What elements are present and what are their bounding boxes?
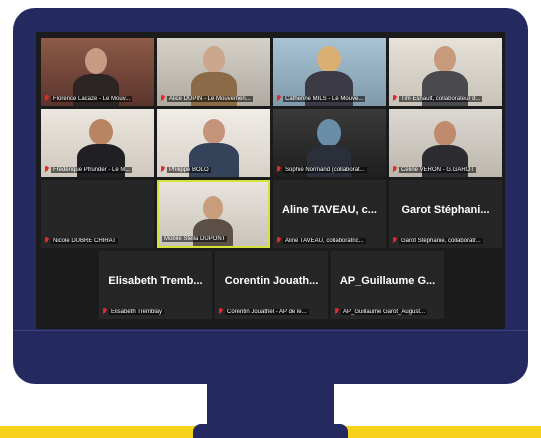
participant-display-name: AP_Guillaume G... (339, 275, 436, 287)
participant-label: Florence Lacaze - Le Mouv... (44, 94, 151, 103)
participant-label: Aline TAVEAU, collaboratric... (276, 236, 383, 245)
participant-face (434, 121, 456, 146)
muted-mic-icon (160, 95, 165, 102)
participant-face (203, 196, 223, 220)
muted-mic-icon (44, 95, 49, 102)
participant-face (85, 48, 107, 74)
muted-mic-icon (102, 308, 107, 315)
participant-label: Catherine MILS - Le Mouve... (276, 94, 383, 103)
participant-name: Mobile Stella DUPONT (162, 235, 228, 242)
participant-display-name: Corentin Jouath... (224, 275, 319, 287)
participant-face (203, 119, 225, 144)
participant-name: Florence Lacaze - Le Mouv... (51, 95, 133, 102)
muted-mic-icon (392, 237, 397, 244)
muted-mic-icon (276, 95, 281, 102)
active-speaker-tile[interactable]: Mobile Stella DUPONT (157, 180, 270, 248)
participant-label: Garot Stéphanie, collaboratr... (392, 236, 499, 245)
participant-face (89, 119, 113, 145)
participant-name: Elisabeth Tremblay (109, 308, 165, 315)
monitor-chin-divider (13, 330, 528, 331)
participant-tile[interactable]: Nicole DUBRÉ CHIRAT (41, 180, 154, 248)
participant-name: Corentin Jouathel - AP de le... (225, 308, 309, 315)
participant-label: Celine VERON - G.GAROT (392, 165, 499, 174)
participant-display-name: Aline TAVEAU, c... (282, 204, 377, 216)
participant-name: Frédérique Pfrunder - Le M... (51, 166, 133, 173)
muted-mic-icon (276, 166, 281, 173)
muted-mic-icon (276, 237, 281, 244)
participant-label: Sophie Normand (collaborat... (276, 165, 383, 174)
participant-name: Aline TAVEAU, collaboratric... (283, 237, 366, 244)
participant-face (317, 119, 341, 147)
participant-label: Frédérique Pfrunder - Le M... (44, 165, 151, 174)
participant-name: Catherine MILS - Le Mouve... (283, 95, 366, 102)
participant-tile[interactable]: Florence Lacaze - Le Mouv... (41, 38, 154, 106)
video-call-screen: Florence Lacaze - Le Mouv... Alice DUPIN… (36, 32, 505, 329)
participant-tile[interactable]: Garot Stéphani... Garot Stéphanie, colla… (389, 180, 502, 248)
participant-face (203, 46, 225, 73)
participant-tile[interactable]: AP_Guillaume G... AP_Guillaume Garot_Aug… (331, 251, 444, 319)
muted-mic-icon (218, 308, 223, 315)
participant-label: Elisabeth Tremblay (102, 307, 209, 316)
participant-label: Corentin Jouathel - AP de le... (218, 307, 325, 316)
muted-mic-icon (44, 237, 49, 244)
participant-name: AP_Guillaume Garot_August... (341, 308, 428, 315)
muted-mic-icon (44, 166, 49, 173)
participant-tile[interactable]: Celine VERON - G.GAROT (389, 109, 502, 177)
muted-mic-icon (392, 95, 397, 102)
participant-name: Garot Stéphanie, collaboratr... (399, 237, 483, 244)
participant-face (434, 46, 456, 72)
participant-name: Sophie Normand (collaborat... (283, 166, 367, 173)
participant-face (317, 46, 341, 72)
participant-tile[interactable]: Tim Esnault, collaborateur d... (389, 38, 502, 106)
muted-mic-icon (392, 166, 397, 173)
participant-display-name: Garot Stéphani... (401, 204, 490, 216)
participant-name: Celine VERON - G.GAROT (399, 166, 477, 173)
participant-tile[interactable]: Alice DUPIN - Le Mouvemen... (157, 38, 270, 106)
participant-tile[interactable]: Catherine MILS - Le Mouve... (273, 38, 386, 106)
muted-mic-icon (160, 166, 165, 173)
participant-display-name: Elisabeth Tremb... (108, 275, 203, 287)
participant-name: Nicole DUBRÉ CHIRAT (51, 237, 118, 244)
participant-label: Alice DUPIN - Le Mouvemen... (160, 94, 267, 103)
participant-tile[interactable]: Corentin Jouath... Corentin Jouathel - A… (215, 251, 328, 319)
monitor-stand-base (193, 424, 348, 438)
participant-name: Philippe BOLO (167, 166, 211, 173)
participant-grid: Florence Lacaze - Le Mouv... Alice DUPIN… (41, 38, 502, 324)
participant-tile[interactable]: Sophie Normand (collaborat... (273, 109, 386, 177)
participant-label: Tim Esnault, collaborateur d... (392, 94, 499, 103)
participant-label: Nicole DUBRÉ CHIRAT (44, 236, 151, 245)
participant-label: Philippe BOLO (160, 165, 267, 174)
participant-name: Alice DUPIN - Le Mouvemen... (167, 95, 253, 102)
monitor-frame: Florence Lacaze - Le Mouv... Alice DUPIN… (13, 8, 528, 384)
participant-tile[interactable]: Frédérique Pfrunder - Le M... (41, 109, 154, 177)
participant-label: Mobile Stella DUPONT (162, 234, 265, 243)
participant-tile[interactable]: Philippe BOLO (157, 109, 270, 177)
participant-tile[interactable]: Elisabeth Tremb... Elisabeth Tremblay (99, 251, 212, 319)
muted-mic-icon (334, 308, 339, 315)
participant-label: AP_Guillaume Garot_August... (334, 307, 441, 316)
participant-tile[interactable]: Aline TAVEAU, c... Aline TAVEAU, collabo… (273, 180, 386, 248)
participant-name: Tim Esnault, collaborateur d... (399, 95, 483, 102)
